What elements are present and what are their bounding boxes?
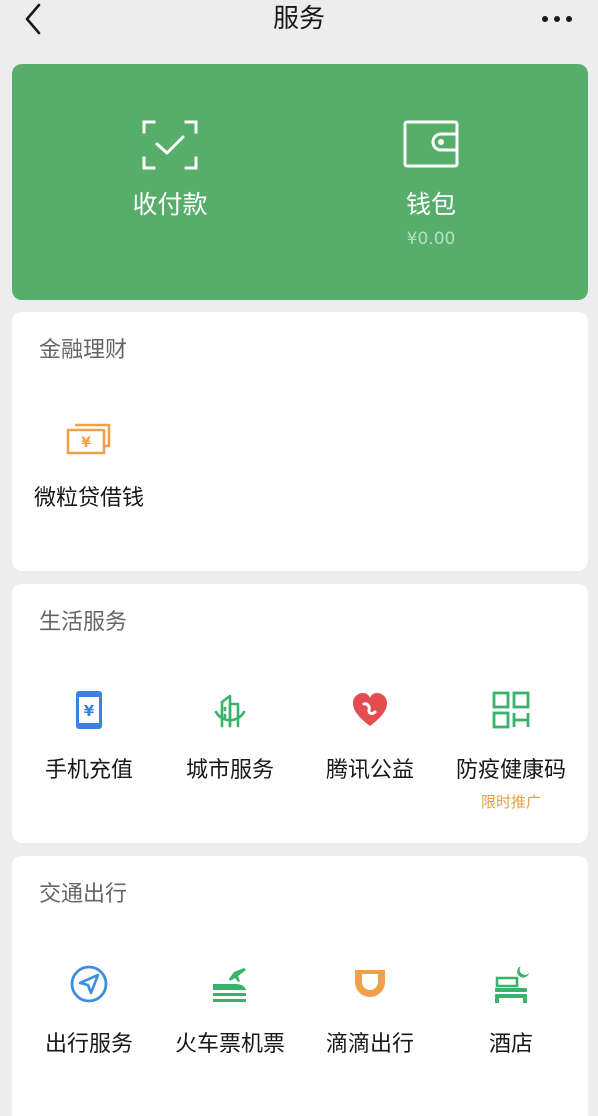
cash-icon: ¥ (66, 423, 111, 455)
section-title-finance: 金融理财 (39, 338, 128, 363)
item-label: 火车票机票 (174, 1032, 285, 1057)
nav-bar: 服务 (0, 0, 598, 44)
svg-text:¥: ¥ (81, 435, 91, 451)
city-buildings-icon (214, 694, 246, 728)
item-label: 腾讯公益 (325, 758, 414, 783)
wallet-button[interactable]: 钱包 ¥0.00 (331, 64, 531, 300)
wallet-balance: ¥0.00 (406, 229, 456, 249)
item-label: 微粒贷借钱 (33, 486, 144, 511)
wallet-icon (403, 120, 459, 168)
finance-section: 金融理财 ¥ 微粒贷借钱 (12, 312, 588, 571)
pay-receive-label: 收付款 (132, 190, 208, 219)
item-label: 酒店 (488, 1032, 533, 1057)
promo-tag: 限时推广 (480, 793, 541, 811)
didi-icon (355, 970, 385, 997)
heart-icon (353, 693, 387, 726)
item-label: 出行服务 (44, 1032, 133, 1057)
pay-receive-button[interactable]: 收付款 (70, 64, 270, 300)
hotel-bed-icon (495, 966, 529, 1003)
page-title: 服务 (272, 4, 325, 34)
item-label: 城市服务 (185, 758, 274, 783)
train-plane-icon (213, 968, 246, 1002)
transport-section: 交通出行 出行服务 火车票机票 滴滴出行 酒店 (12, 856, 588, 1116)
payment-card: 收付款 钱包 ¥0.00 (12, 64, 588, 300)
phone-recharge-icon: ¥ (76, 691, 102, 729)
navigation-icon (70, 965, 108, 1003)
qr-code-icon (492, 691, 530, 729)
item-label: 手机充值 (44, 758, 133, 783)
wallet-label: 钱包 (405, 190, 456, 219)
section-title-transport: 交通出行 (39, 882, 128, 907)
section-title-life: 生活服务 (39, 610, 128, 635)
life-services-section: 生活服务 ¥ 手机充值 城市服务 腾讯公益 防疫健康码 限时推广 (12, 584, 588, 843)
more-icon (542, 16, 572, 22)
item-label: 防疫健康码 (455, 758, 566, 783)
scan-check-icon (142, 120, 198, 170)
svg-text:¥: ¥ (84, 702, 95, 720)
item-label: 滴滴出行 (325, 1032, 414, 1057)
more-button[interactable] (540, 6, 574, 32)
